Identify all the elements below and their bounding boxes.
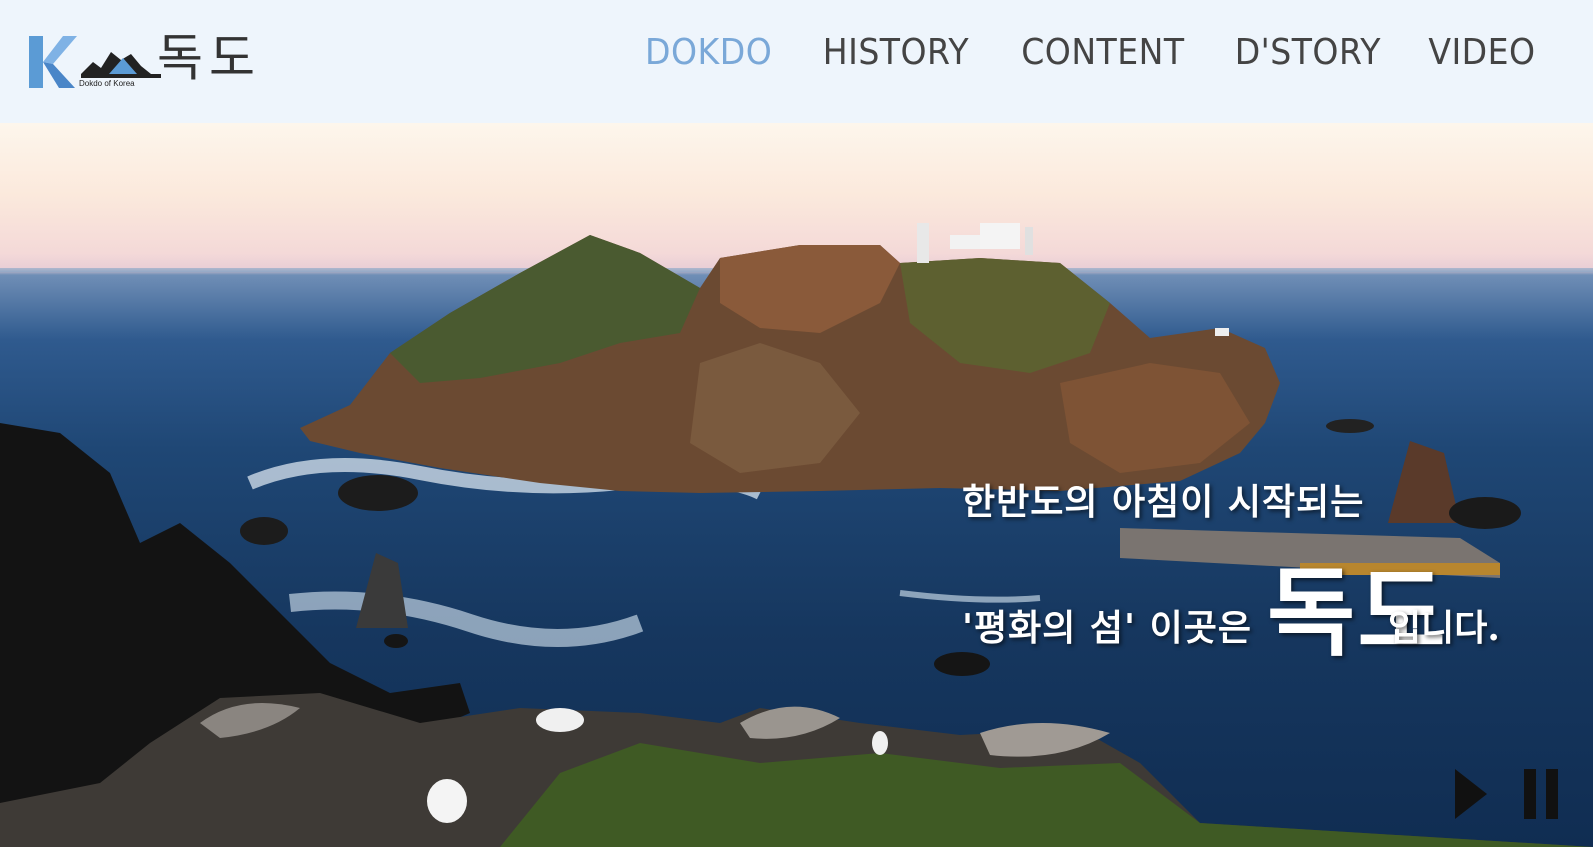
hero-slideshow: 한반도의 아침이 시작되는 '평화의 섬' 이곳은 독도 입니다. [0,123,1593,847]
hero-slogan-line1: 한반도의 아침이 시작되는 [962,481,1365,523]
logo-hangul: 독도 [157,29,261,87]
site-header: Dokdo of Korea 독도 DOKDO HISTORY CONTENT … [0,0,1593,123]
site-logo[interactable]: Dokdo of Korea 독도 [27,29,267,94]
nav-video[interactable]: VIDEO [1429,32,1536,73]
main-nav: DOKDO HISTORY CONTENT D'STORY VIDEO [634,32,1536,73]
hero-slogan-suffix: 입니다. [1388,607,1500,649]
k-logo-icon [29,36,77,88]
play-icon[interactable] [1455,769,1487,819]
nav-dokdo[interactable]: DOKDO [645,32,772,73]
hero-slogan-line2: '평화의 섬' 이곳은 [962,607,1252,649]
nav-content[interactable]: CONTENT [1021,32,1184,73]
logo-caption: Dokdo of Korea [79,79,135,88]
pause-icon[interactable] [1524,769,1560,819]
nav-dstory[interactable]: D'STORY [1235,32,1381,73]
nav-history[interactable]: HISTORY [823,32,969,73]
